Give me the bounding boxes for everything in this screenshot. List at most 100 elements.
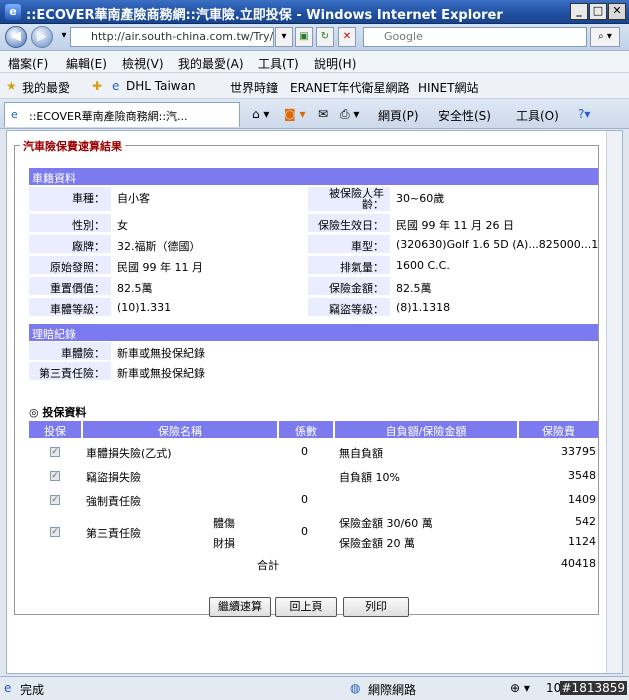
- col-coef: 係數: [279, 421, 333, 438]
- help-icon[interactable]: ?▾: [578, 107, 590, 121]
- fav-item-hinet[interactable]: HINET網站: [418, 79, 478, 96]
- fav-item-dhl[interactable]: DHL Taiwan: [126, 79, 196, 93]
- vehicle-label: 車體等級：: [29, 298, 111, 316]
- row-premium: 542: [575, 515, 596, 528]
- print-icon[interactable]: ⎙ ▾: [340, 107, 359, 122]
- close-button[interactable]: ✕: [608, 3, 626, 20]
- add-favorite-icon[interactable]: ✚: [92, 79, 102, 93]
- row-name: 第三責任險: [86, 527, 141, 540]
- menu-tools[interactable]: 工具(T): [258, 55, 299, 72]
- vehicle-label: 被保險人年齡：: [308, 187, 390, 211]
- menu-favorites[interactable]: 我的最愛(A): [178, 55, 244, 72]
- page-content: 汽車險保費速算結果 車籍資料 車種： 自小客 被保險人年齡： 30~60歲 性別：女保險…: [6, 130, 623, 674]
- row-coef: 0: [301, 493, 308, 506]
- status-zone: 網際網路: [368, 683, 417, 697]
- compatibility-icon[interactable]: ▣: [295, 27, 313, 47]
- tool-safety[interactable]: 安全性(S): [438, 107, 491, 124]
- row-amount: 保險金額 20 萬: [339, 537, 415, 550]
- result-legend: 汽車險保費速算結果: [20, 138, 125, 154]
- row-sub: 體傷: [213, 517, 235, 530]
- watermark: #1813859: [559, 681, 627, 695]
- continue-calc-button[interactable]: 繼續速算: [209, 597, 271, 617]
- vehicle-label: 性別：: [29, 214, 111, 232]
- vehicle-label: 廠牌：: [29, 235, 111, 253]
- back-page-button[interactable]: 回上頁: [275, 597, 337, 617]
- claims-label-third: 第三責任險：: [29, 362, 111, 380]
- status-page-icon: e: [4, 681, 12, 695]
- ie-icon: e: [5, 4, 21, 20]
- menu-file[interactable]: 檔案(F): [8, 55, 48, 72]
- tab-row: e ::ECOVER華南產險商務網::汽... ⌂ ▾ ◙ ▾ ✉ ⎙ ▾ 網頁…: [0, 99, 629, 129]
- status-bar: e 完成 ◍ 網際網路 ⊕ ▾ 100% #1813859: [0, 676, 629, 700]
- row-premium: 3548: [568, 469, 596, 482]
- maximize-button[interactable]: □: [589, 3, 607, 20]
- stop-icon[interactable]: ✕: [338, 27, 356, 47]
- address-value: http://air.south-china.com.tw/Try/T: [91, 30, 274, 43]
- col-enroll: 投保: [29, 421, 81, 438]
- search-placeholder: Google: [384, 30, 423, 43]
- col-name: 保險名稱: [83, 421, 277, 438]
- row-premium: 33795: [561, 445, 596, 458]
- col-amount: 自負額/保險金額: [335, 421, 517, 438]
- address-dropdown-button[interactable]: ▾: [275, 27, 293, 47]
- enroll-checkbox[interactable]: ✓: [50, 447, 60, 457]
- row-sub: 財損: [213, 537, 235, 550]
- address-toolbar: ◀ ▶ ▾ http://air.south-china.com.tw/Try/…: [0, 24, 629, 51]
- vehicle-value: (10)1.331: [117, 301, 172, 314]
- vehicle-value: 女: [117, 219, 128, 232]
- vehicle-label: 保險生效日：: [308, 214, 390, 232]
- vehicle-value: (320630)Golf 1.6 5D (A)...825000...10...…: [396, 238, 598, 251]
- tab-current[interactable]: e ::ECOVER華南產險商務網::汽...: [4, 102, 240, 127]
- vehicle-value: 32.福斯（德國）: [117, 240, 201, 253]
- favorites-bar: ★ 我的最愛 ✚ e DHL Taiwan 世界時鐘 ERANET年代衛星網路 …: [0, 73, 629, 99]
- mail-icon[interactable]: ✉: [318, 107, 328, 121]
- row-name: 車體損失險(乙式): [86, 447, 172, 460]
- row-amount: 保險金額 30/60 萬: [339, 517, 433, 530]
- vehicle-label: 排氣量：: [308, 256, 390, 274]
- vehicle-header: 車籍資料: [29, 168, 598, 185]
- insurance-table: 投保 保險名稱 係數 自負額/保險金額 保險費 ✓ 車體損失險(乙式) 0 無自…: [29, 421, 598, 572]
- tool-page[interactable]: 網頁(P): [378, 107, 419, 124]
- feeds-icon[interactable]: ◙ ▾: [284, 107, 305, 121]
- total-label: 合計: [257, 559, 279, 572]
- claims-header: 理賠紀錄: [29, 324, 598, 341]
- tab-page-icon: e: [11, 108, 18, 121]
- protected-mode-icon[interactable]: ⊕ ▾: [510, 681, 530, 695]
- menu-view[interactable]: 檢視(V): [122, 55, 164, 72]
- refresh-icon[interactable]: ↻: [316, 27, 334, 47]
- vehicle-value: 民國 99 年 11 月 26 日: [396, 219, 514, 232]
- forward-button[interactable]: ▶: [31, 26, 53, 48]
- vehicle-value: 1600 C.C.: [396, 259, 450, 272]
- row-coef: 0: [301, 525, 308, 538]
- vehicle-label: 重置價值：: [29, 277, 111, 295]
- fav-item-eranet[interactable]: ERANET年代衛星網路: [290, 79, 410, 96]
- vehicle-value: 民國 99 年 11 月: [117, 261, 203, 274]
- minimize-button[interactable]: _: [570, 3, 588, 20]
- vehicle-label: 保險金額：: [308, 277, 390, 295]
- total-value: 40418: [561, 557, 596, 570]
- row-name: 竊盜損失險: [86, 471, 141, 484]
- row-premium: 1409: [568, 493, 596, 506]
- vertical-scrollbar[interactable]: [606, 131, 622, 673]
- claims-label-body: 車體險：: [29, 342, 111, 360]
- print-button[interactable]: 列印: [343, 597, 409, 617]
- tool-tools[interactable]: 工具(O): [516, 107, 559, 124]
- search-button[interactable]: ⌕ ▾: [590, 27, 620, 47]
- home-icon[interactable]: ⌂ ▾: [252, 107, 269, 121]
- address-input[interactable]: http://air.south-china.com.tw/Try/T: [70, 27, 274, 47]
- enroll-checkbox[interactable]: ✓: [50, 495, 60, 505]
- menu-edit[interactable]: 編輯(E): [66, 55, 107, 72]
- enroll-checkbox[interactable]: ✓: [50, 527, 60, 537]
- status-text: 完成: [20, 683, 45, 697]
- favorites-button[interactable]: 我的最愛: [22, 79, 70, 96]
- menu-help[interactable]: 說明(H): [314, 55, 356, 72]
- vehicle-value: 自小客: [117, 192, 150, 205]
- insurance-title: ◎ 投保資料: [29, 406, 87, 419]
- back-button[interactable]: ◀: [5, 26, 27, 48]
- search-input[interactable]: Google: [363, 27, 587, 47]
- fav-item-clock[interactable]: 世界時鐘: [230, 79, 278, 96]
- row-coef: 0: [301, 445, 308, 458]
- claims-table: 車體險： 新車或無投保紀錄 第三責任險： 新車或無投保紀錄: [29, 342, 598, 382]
- enroll-checkbox[interactable]: ✓: [50, 471, 60, 481]
- tab-title: ::ECOVER華南產險商務網::汽...: [29, 110, 188, 123]
